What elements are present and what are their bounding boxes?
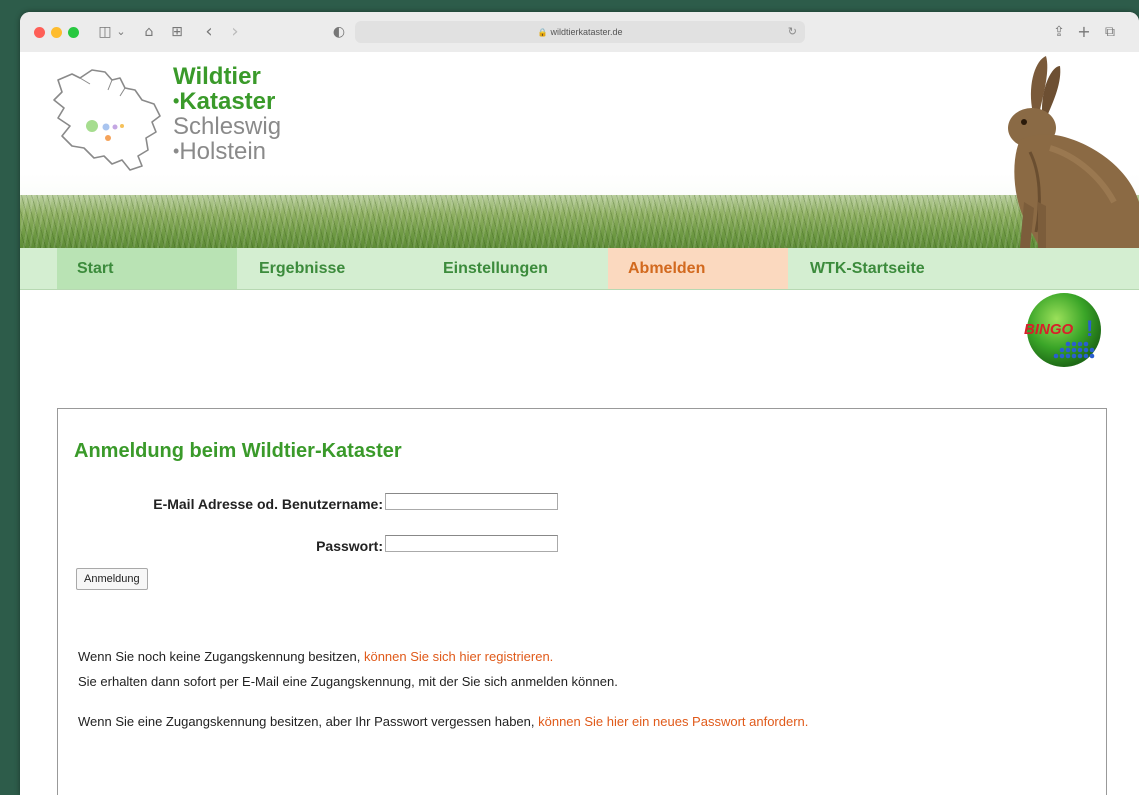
- nav-einstellungen[interactable]: Einstellungen: [423, 248, 608, 289]
- nav-ergebnisse[interactable]: Ergebnisse: [237, 248, 423, 289]
- bingo-text: BINGO: [1024, 321, 1074, 338]
- logo-line-schleswig: Schleswig: [173, 113, 282, 140]
- hare-image: [1008, 56, 1139, 248]
- back-icon[interactable]: ‹: [200, 22, 218, 42]
- reload-icon[interactable]: ↻: [788, 21, 797, 43]
- main-nav: Start Ergebnisse Einstellungen Abmelden …: [20, 248, 1139, 290]
- address-bar[interactable]: 🔒 wildtierkataster.de ↻: [355, 21, 805, 43]
- forward-icon[interactable]: ›: [226, 22, 244, 42]
- register-paragraph: Wenn Sie noch keine Zugangskennung besit…: [78, 649, 553, 664]
- home-icon[interactable]: ⌂: [140, 22, 158, 42]
- nav-wtk-startseite[interactable]: WTK-Startseite: [788, 248, 968, 289]
- minimize-window-button[interactable]: [51, 27, 62, 38]
- bingo-exclaim: !: [1086, 316, 1093, 341]
- nav-start[interactable]: Start: [57, 248, 237, 289]
- logo-line-wildtier: Wildtier: [173, 63, 261, 90]
- login-button[interactable]: Anmeldung: [76, 568, 148, 590]
- chevron-down-icon[interactable]: ⌄: [115, 22, 127, 42]
- register-info-text: Sie erhalten dann sofort per E-Mail eine…: [78, 674, 618, 689]
- site-header: Wildtier •Kataster Schleswig •Holstein: [20, 52, 1139, 248]
- password-label: Passwort:: [316, 538, 383, 554]
- share-icon[interactable]: ⇪: [1050, 22, 1068, 42]
- browser-window: ◫ ⌄ ⌂ ⊞ ‹ › ◐ 🔒 wildtierkataster.de ↻ ⇪ +…: [20, 12, 1139, 795]
- forgot-password-paragraph: Wenn Sie eine Zugangskennung besitzen, a…: [78, 714, 808, 729]
- url-text: wildtierkataster.de: [550, 27, 623, 37]
- register-text: Wenn Sie noch keine Zugangskennung besit…: [78, 649, 364, 664]
- privacy-icon[interactable]: ◐: [330, 22, 348, 42]
- tabs-icon[interactable]: ⧉: [1101, 22, 1119, 42]
- email-field[interactable]: [385, 493, 558, 510]
- lock-icon: 🔒: [537, 28, 548, 37]
- nav-abmelden[interactable]: Abmelden: [608, 248, 788, 289]
- new-tab-icon[interactable]: +: [1075, 22, 1093, 42]
- grass-banner: [20, 195, 1139, 248]
- logo-line-holstein: Holstein: [179, 138, 267, 165]
- login-title: Anmeldung beim Wildtier-Kataster: [74, 440, 402, 462]
- close-window-button[interactable]: [34, 27, 45, 38]
- login-panel: Anmeldung beim Wildtier-Kataster E-Mail …: [57, 408, 1107, 795]
- password-field[interactable]: [385, 535, 558, 552]
- browser-toolbar: ◫ ⌄ ⌂ ⊞ ‹ › ◐ 🔒 wildtierkataster.de ↻ ⇪ +…: [20, 12, 1139, 53]
- sidebar-icon[interactable]: ◫: [96, 22, 114, 42]
- zoom-window-button[interactable]: [68, 27, 79, 38]
- tab-overview-icon[interactable]: ⊞: [168, 22, 186, 42]
- forgot-password-text: Wenn Sie eine Zugangskennung besitzen, a…: [78, 714, 539, 729]
- logo-line-kataster: Kataster: [179, 88, 276, 115]
- bingo-badge[interactable]: BINGO !: [1020, 292, 1102, 374]
- forgot-password-link[interactable]: können Sie hier ein neues Passwort anfor…: [538, 714, 808, 729]
- site-logo-text: Wildtier •Kataster Schleswig •Holstein: [173, 64, 281, 164]
- register-link[interactable]: können Sie sich hier registrieren.: [364, 649, 553, 664]
- email-label: E-Mail Adresse od. Benutzername:: [153, 496, 383, 512]
- schleswig-holstein-map-logo: [53, 69, 161, 171]
